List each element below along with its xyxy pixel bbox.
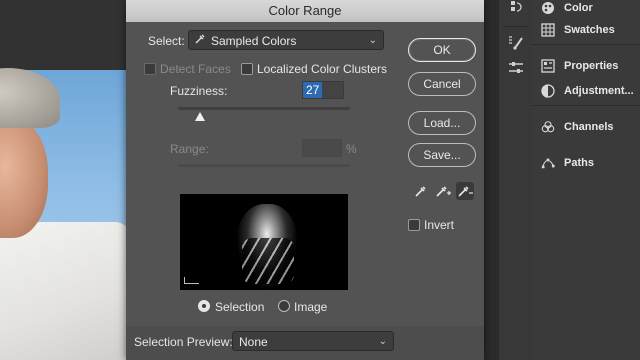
localized-clusters-checkbox[interactable] [241,63,253,75]
selection-preview-dropdown[interactable]: None ⌄ [232,331,394,351]
dialog-title: Color Range [126,0,484,22]
panel-dock: Color Swatches Properties Adjustment... … [532,0,640,360]
range-label: Range: [170,142,209,156]
selection-preview-value: None [239,335,268,349]
panel-channels-label: Channels [564,121,614,133]
channels-icon [541,120,555,134]
panel-channels[interactable]: Channels [532,113,640,141]
photo-shirt [0,222,130,360]
load-button[interactable]: Load... [408,111,476,135]
select-label: Select: [148,34,185,48]
selection-radio-label: Selection [215,300,265,314]
chevron-down-icon: ⌄ [378,336,387,347]
panel-paths[interactable]: Paths [532,149,640,177]
range-slider-track[interactable] [178,164,350,167]
localized-clusters-label: Localized Color Clusters [257,62,388,76]
selection-preview-image [180,194,348,290]
range-input[interactable] [302,139,342,157]
toolstrip-divider [503,26,529,27]
preview-options-bar: Selection Preview: None ⌄ [126,326,484,360]
panel-tool-strip [498,0,534,360]
panel-divider [532,105,640,106]
panel-paths-label: Paths [564,157,594,169]
eyedropper-icon [194,31,206,51]
brush-icon[interactable] [507,34,525,53]
selection-radio[interactable] [198,300,210,312]
color-range-dialog: Color Range Select: Sampled Colors ⌄ Det… [126,0,484,360]
fuzziness-label: Fuzziness: [170,84,228,98]
fuzziness-input[interactable]: 27 [302,81,344,99]
canvas-photo [0,0,130,360]
detect-faces-checkbox[interactable] [144,63,156,75]
panel-divider [532,44,640,45]
panel-adjustments-label: Adjustment... [564,85,634,97]
eyedropper-plus-icon[interactable] [434,182,452,200]
save-button[interactable]: Save... [408,143,476,167]
tool-presets-icon[interactable] [507,60,525,79]
eyedropper-minus-icon[interactable] [456,182,474,200]
detect-faces-label: Detect Faces [160,62,231,76]
preview-watermark [184,277,199,284]
adjustments-icon [541,84,555,98]
invert-label: Invert [424,218,455,232]
fuzziness-slider-thumb[interactable] [195,112,205,121]
fuzziness-value: 27 [303,82,323,98]
image-radio-label: Image [294,300,328,314]
panel-swatches-label: Swatches [564,24,615,36]
eyedropper-icon[interactable] [412,182,430,200]
preview-figure-detail [242,238,294,284]
panel-properties-label: Properties [564,60,619,72]
invert-checkbox[interactable] [408,219,420,231]
fuzziness-slider-track[interactable] [178,107,350,110]
image-radio[interactable] [278,300,290,312]
panel-swatches[interactable]: Swatches [532,16,640,44]
panel-color-label: Color [564,2,593,14]
ok-button[interactable]: OK [408,38,476,62]
grid-icon [541,23,555,37]
properties-icon [541,59,555,73]
select-value: Sampled Colors [211,34,297,48]
range-unit: % [346,142,357,156]
paths-icon [541,156,555,170]
panel-adjustments[interactable]: Adjustment... [532,77,640,105]
palette-icon [541,1,555,15]
panel-properties[interactable]: Properties [532,52,640,80]
history-icon[interactable] [509,0,523,17]
cancel-button[interactable]: Cancel [408,72,476,96]
chevron-down-icon: ⌄ [368,35,377,46]
selection-preview-label: Selection Preview: [134,335,233,349]
select-dropdown[interactable]: Sampled Colors ⌄ [188,30,384,50]
